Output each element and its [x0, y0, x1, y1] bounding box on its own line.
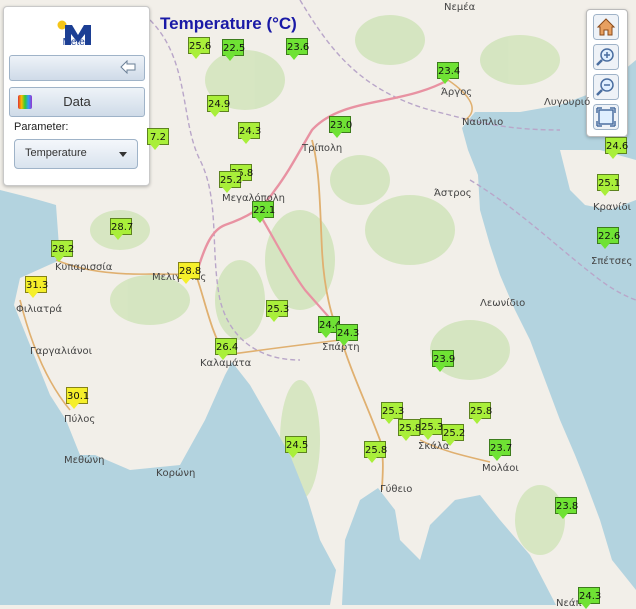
station-marker[interactable]: 22.1 [252, 201, 275, 223]
parameter-select[interactable]: Temperature [14, 139, 138, 169]
station-marker[interactable]: 25.2 [442, 424, 465, 446]
station-marker[interactable]: 22.6 [597, 227, 620, 249]
station-marker[interactable]: 25.3 [266, 300, 289, 322]
marker-pointer [445, 440, 455, 446]
marker-pointer [600, 190, 610, 196]
marker-pointer [581, 603, 591, 609]
station-marker[interactable]: 30.1 [66, 387, 89, 409]
marker-pointer [210, 111, 220, 117]
control-panel: Meteo Data Parameter: Temperature [3, 6, 150, 186]
station-marker[interactable]: 23.0 [329, 116, 352, 138]
marker-pointer [241, 138, 251, 144]
marker-pointer [608, 153, 618, 159]
station-marker[interactable]: 25.1 [597, 174, 620, 196]
chevron-down-icon [119, 152, 127, 157]
station-marker[interactable]: 22.5 [222, 39, 245, 61]
place-label: Κρανίδι [593, 202, 631, 213]
zoom-out-icon[interactable] [593, 74, 619, 100]
station-marker[interactable]: 24.6 [605, 137, 628, 159]
station-marker[interactable]: 24.3 [578, 587, 601, 609]
marker-pointer [472, 418, 482, 424]
place-label: Άργος [441, 87, 473, 98]
place-label: Τρίπολη [302, 143, 343, 154]
marker-pointer [269, 316, 279, 322]
marker-pointer [54, 256, 64, 262]
data-button[interactable]: Data [9, 87, 145, 117]
place-label: Λεωνίδιο [480, 298, 526, 309]
place-label: Γύθειο [380, 484, 413, 495]
place-label: Μεθώνη [64, 455, 105, 466]
station-marker[interactable]: 23.8 [555, 497, 578, 519]
station-marker[interactable]: 7.2 [147, 128, 169, 150]
marker-pointer [113, 234, 123, 240]
station-marker[interactable]: 24.3 [336, 324, 359, 346]
place-label: Πύλος [64, 414, 96, 425]
marker-pointer [367, 457, 377, 463]
place-label: Μολάοι [482, 463, 519, 474]
marker-pointer [222, 187, 232, 193]
marker-pointer [401, 435, 411, 441]
zoom-in-icon[interactable] [593, 44, 619, 70]
logo-text: Meteo [62, 37, 91, 48]
collapse-panel-button[interactable] [9, 55, 145, 81]
station-marker[interactable]: 28.2 [51, 240, 74, 262]
place-label: Κυπαρισσία [55, 262, 113, 273]
marker-pointer [255, 217, 265, 223]
marker-pointer [600, 243, 610, 249]
place-label: Γαργαλιάνοι [30, 346, 93, 357]
station-marker[interactable]: 28.8 [178, 262, 201, 284]
station-marker[interactable]: 23.9 [432, 350, 455, 372]
place-label: Σπέτσες [591, 256, 633, 267]
station-marker[interactable]: 26.4 [215, 338, 238, 360]
parameter-label: Parameter: [14, 121, 69, 133]
station-marker[interactable]: 23.4 [437, 62, 460, 84]
place-label: Νεμέα [444, 2, 476, 13]
meteo-logo-icon [57, 20, 91, 45]
place-label: Ναύπλιο [462, 117, 504, 128]
marker-pointer [492, 455, 502, 461]
marker-pointer [191, 53, 201, 59]
marker-pointer [218, 354, 228, 360]
data-button-label: Data [63, 94, 91, 109]
map-toolbar [586, 9, 628, 137]
station-marker[interactable]: 25.8 [364, 441, 387, 463]
marker-pointer [558, 513, 568, 519]
home-icon[interactable] [593, 14, 619, 40]
station-marker[interactable]: 25.8 [398, 419, 421, 441]
marker-pointer [225, 55, 235, 61]
marker-pointer [440, 78, 450, 84]
marker-pointer [435, 366, 445, 372]
marker-pointer [150, 144, 160, 150]
marker-pointer [181, 278, 191, 284]
marker-pointer [288, 452, 298, 458]
station-marker[interactable]: 25.8 [469, 402, 492, 424]
full-extent-icon[interactable] [593, 104, 619, 130]
station-marker[interactable]: 25.3 [381, 402, 404, 424]
marker-pointer [332, 132, 342, 138]
station-marker[interactable]: 31.3 [25, 276, 48, 298]
station-marker[interactable]: 23.7 [489, 439, 512, 461]
station-marker[interactable]: 25.2 [219, 171, 242, 193]
map-title: Temperature (°C) [160, 14, 297, 33]
marker-pointer [339, 340, 349, 346]
station-marker[interactable]: 25.3 [420, 418, 443, 440]
place-label: Φιλιατρά [16, 304, 63, 315]
place-label: Κορώνη [156, 468, 196, 479]
marker-pointer [384, 418, 394, 424]
place-label: Άστρος [434, 188, 472, 199]
marker-pointer [321, 332, 331, 338]
marker-pointer [69, 403, 79, 409]
marker-pointer [289, 54, 299, 60]
parameter-select-value: Temperature [25, 147, 87, 159]
station-marker[interactable]: 25.6 [188, 37, 211, 59]
back-arrow-icon [120, 60, 136, 74]
station-marker[interactable]: 23.6 [286, 38, 309, 60]
marker-pointer [423, 434, 433, 440]
marker-pointer [28, 292, 38, 298]
station-marker[interactable]: 28.7 [110, 218, 133, 240]
station-marker[interactable]: 24.5 [285, 436, 308, 458]
station-marker[interactable]: 24.3 [238, 122, 261, 144]
station-marker[interactable]: 24.9 [207, 95, 230, 117]
place-label: Λυγουριό [544, 97, 591, 108]
